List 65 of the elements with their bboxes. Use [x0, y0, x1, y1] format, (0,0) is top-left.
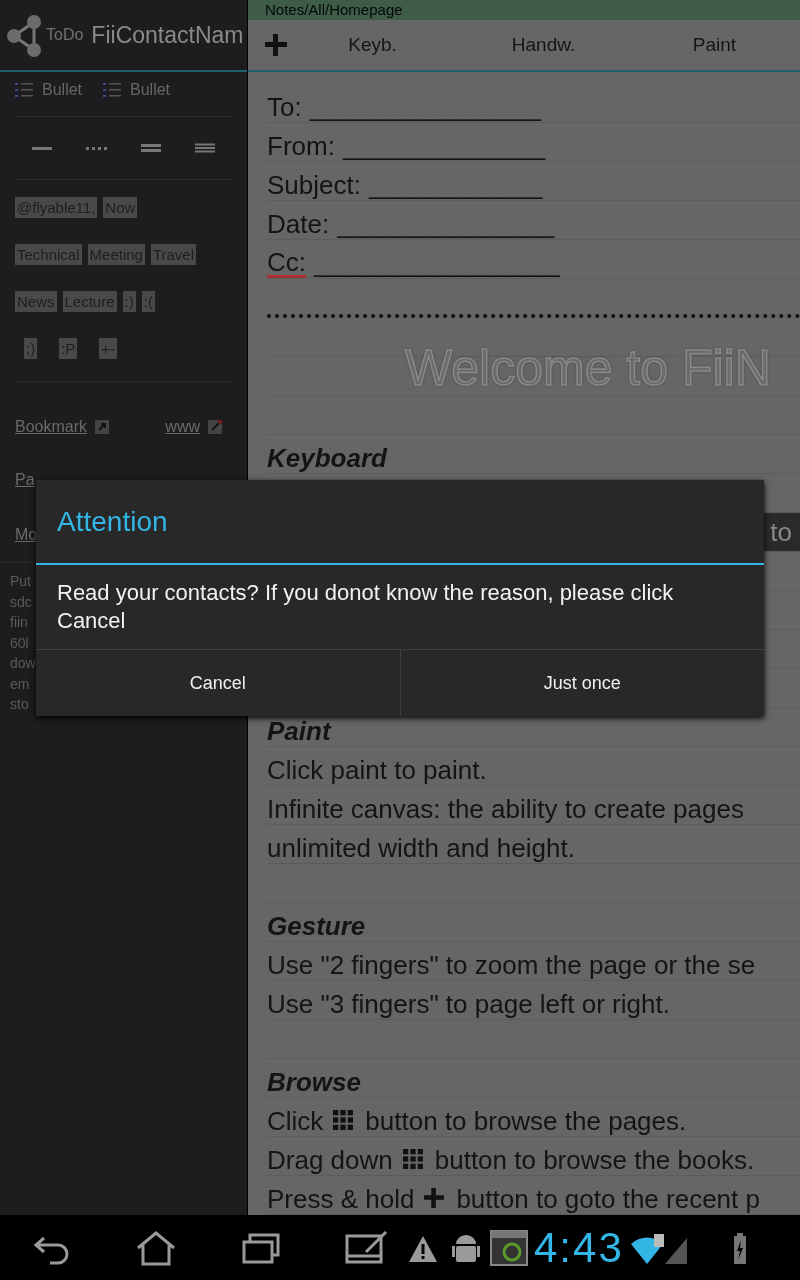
note-text: Infinite canvas: the ability to create pages	[267, 794, 744, 824]
todo-label: ToDo	[46, 26, 84, 44]
mode-tab[interactable]: Handw.	[458, 34, 629, 56]
clock: 4:43	[534, 1223, 624, 1272]
external-link-icon	[95, 420, 110, 434]
fill-in-line: ____________	[368, 170, 543, 200]
triple-line-icon[interactable]	[193, 143, 216, 153]
external-link-icon	[208, 420, 222, 434]
cancel-button[interactable]: Cancel	[36, 650, 400, 716]
tag-chip[interactable]: ;)	[24, 338, 38, 359]
link[interactable]: Bookmark	[15, 418, 110, 436]
fill-in-line: _______________	[337, 209, 555, 239]
fill-in-line: _________________	[314, 248, 560, 278]
grid-icon	[402, 1149, 423, 1169]
note-text: Click paint to paint.	[267, 755, 487, 785]
note-text: Press & hold	[267, 1184, 415, 1214]
note-text: sdc	[10, 592, 32, 612]
double-line-icon[interactable]	[139, 143, 162, 153]
bullet-button[interactable]: Bullet	[14, 81, 83, 99]
note-text: sto	[10, 695, 29, 714]
note-text: button to goto the recent p	[456, 1184, 760, 1214]
section-heading: Gesture	[267, 911, 366, 941]
plus-icon[interactable]	[265, 34, 287, 56]
field-label: To:	[267, 92, 302, 122]
share-icon	[4, 14, 44, 58]
field-label: Date:	[267, 209, 330, 239]
note-text: 60l	[10, 633, 29, 653]
note-text: em	[10, 674, 30, 694]
section-heading: Browse	[267, 1067, 361, 1097]
breadcrumb: Notes/All/Homepage	[248, 0, 800, 20]
note-text: button to browse the books.	[434, 1145, 755, 1175]
note-text: unlimited width and height.	[267, 833, 575, 863]
mode-tab[interactable]: Keyb.	[287, 34, 458, 56]
field-label: From:	[267, 131, 335, 161]
bullet-list-icon	[14, 81, 34, 99]
note-text: Use "3 fingers" to page left or right.	[267, 989, 670, 1019]
bullet-button[interactable]: Bullet	[102, 81, 171, 99]
note-text: button to browse the pages.	[365, 1106, 687, 1136]
note-text: Drag down	[267, 1145, 393, 1175]
app-title: FiiContactNam	[91, 21, 244, 49]
field-label: Subject:	[267, 170, 361, 200]
tag-chip[interactable]: +-	[99, 338, 118, 359]
section-heading: Paint	[267, 716, 331, 746]
field-label: Cc:	[267, 249, 306, 278]
section-heading: Keyboard	[267, 443, 387, 473]
note-text: Use "2 fingers" to zoom the page or the se	[267, 950, 756, 980]
note-text: fiin	[10, 613, 28, 632]
fill-in-line: ______________	[342, 131, 546, 161]
home-icon[interactable]	[134, 1229, 178, 1266]
tablet-pen-icon[interactable]	[344, 1229, 390, 1266]
tag-chip[interactable]: :(	[141, 291, 155, 312]
mode-tab[interactable]: Paint	[629, 34, 800, 56]
note-text: Put	[10, 572, 31, 591]
tag-chip[interactable]: :)	[122, 291, 136, 312]
grid-icon	[333, 1110, 354, 1130]
sync-app-icon[interactable]	[490, 1229, 528, 1266]
note-text: Click	[267, 1106, 324, 1136]
note-text: dow	[10, 654, 36, 673]
dialog-title: Attention	[36, 480, 764, 565]
link[interactable]: www	[165, 418, 222, 436]
confirm-button[interactable]: Just once	[399, 650, 764, 716]
bullet-list-icon	[102, 81, 123, 99]
note-text: to	[762, 513, 800, 551]
plus-icon	[424, 1188, 445, 1208]
fill-in-line: ________________	[309, 92, 542, 122]
